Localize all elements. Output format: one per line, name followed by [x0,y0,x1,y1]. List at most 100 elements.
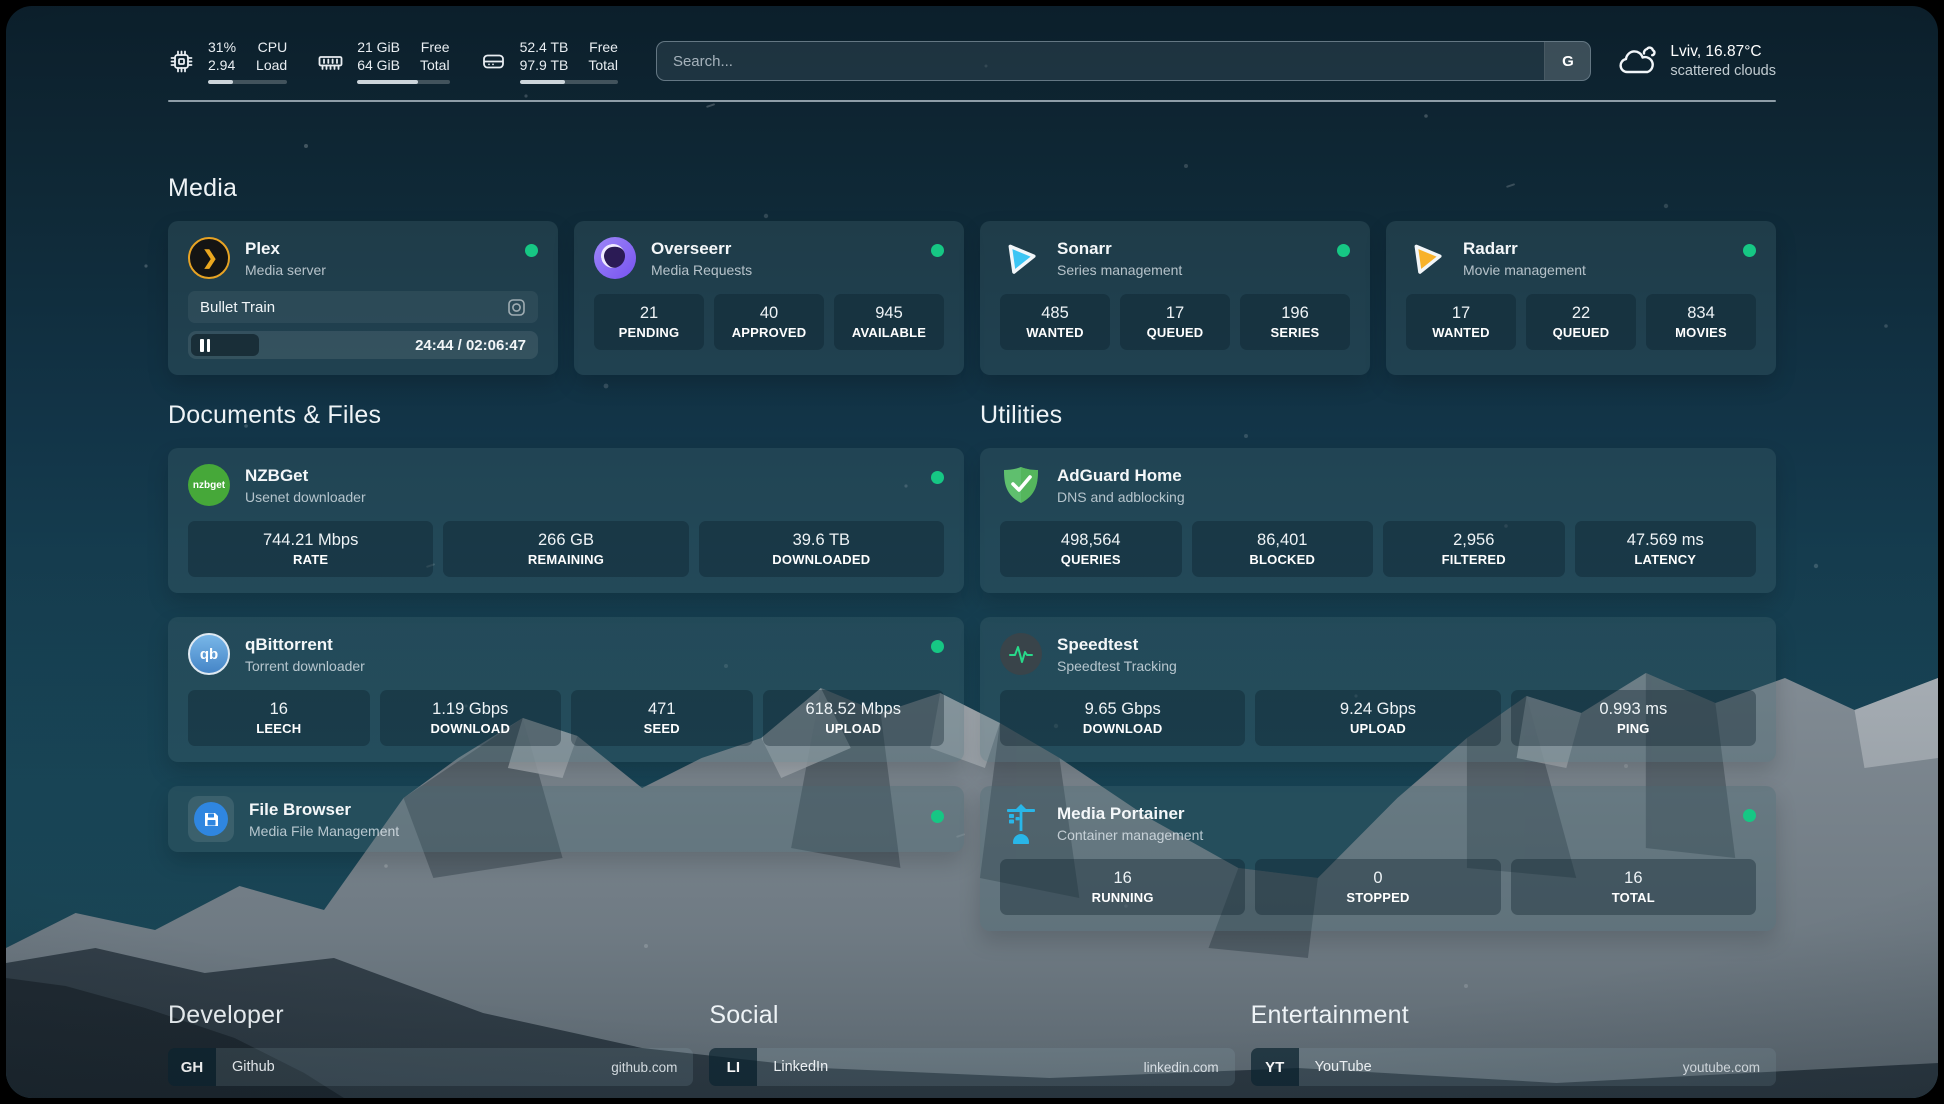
stat-block: 2,956FILTERED [1383,521,1565,577]
stat-block: 47.569 msLATENCY [1575,521,1757,577]
stat-block: 39.6 TBDOWNLOADED [699,521,944,577]
card-sonarr[interactable]: Sonarr Series management 485WANTED 17QUE… [980,221,1370,375]
card-speedtest[interactable]: Speedtest Speedtest Tracking 9.65 GbpsDO… [980,617,1776,762]
bookmark-url: linkedin.com [1144,1060,1219,1075]
memory-free: 21 GiB [357,39,400,56]
stat-block: 744.21 MbpsRATE [188,521,433,577]
service-title: AdGuard Home [1057,466,1756,486]
social-section-title: Social [709,1001,1234,1030]
memory-widget: 21 GiB Free 64 GiB Total [317,39,449,84]
stat-block: 196SERIES [1240,294,1350,350]
cloud-icon [1617,44,1657,78]
bookmark-name: LinkedIn [773,1059,828,1075]
status-dot-online [1743,244,1756,257]
service-subtitle: Media server [245,262,510,278]
stat-block: 471SEED [571,690,753,746]
bookmark-github[interactable]: GH Github github.com [168,1048,693,1086]
portainer-icon [1000,802,1042,844]
speedtest-icon [1000,633,1042,675]
status-dot-online [931,640,944,653]
status-dot-online [1743,809,1756,822]
bookmark-name: YouTube [1315,1059,1372,1075]
stat-block: 9.24 GbpsUPLOAD [1255,690,1500,746]
search-provider-button[interactable]: G [1544,42,1590,80]
bookmark-url: github.com [611,1060,677,1075]
bookmark-url: youtube.com [1683,1060,1760,1075]
stat-block: 16RUNNING [1000,859,1245,915]
top-bar: 31% CPU 2.94 Load 21 GiB Free 64 GiB [168,6,1776,90]
now-playing-row: Bullet Train [188,291,538,323]
card-plex[interactable]: ❯ Plex Media server Bullet Train [168,221,558,375]
utilities-section-title: Utilities [980,401,1776,430]
cpu-percent: 31% [208,39,236,56]
cpu-progress-bar [208,80,287,84]
status-dot-online [931,471,944,484]
section-social: Social LI LinkedInlinkedin.com TW Twitte… [709,1001,1234,1098]
now-playing-view-icon[interactable] [507,298,526,317]
stat-block: 266 GBREMAINING [443,521,688,577]
entertainment-section-title: Entertainment [1251,1001,1776,1030]
status-dot-online [931,244,944,257]
playback-time: 24:44 / 02:06:47 [415,337,538,354]
overseerr-icon [594,237,636,279]
playback-progress-bar[interactable]: 24:44 / 02:06:47 [188,331,538,359]
now-playing-title: Bullet Train [200,299,275,316]
stat-block: 17QUEUED [1120,294,1230,350]
card-adguard[interactable]: AdGuard Home DNS and adblocking 498,564Q… [980,448,1776,593]
card-qbittorrent[interactable]: qb qBittorrent Torrent downloader 16LEEC… [168,617,964,762]
bookmark-name: Github [232,1059,275,1075]
bookmark-abbr: GH [168,1048,216,1086]
disk-progress-bar [520,80,618,84]
stat-block: 22QUEUED [1526,294,1636,350]
memory-total-label: Total [420,57,450,74]
card-overseerr[interactable]: Overseerr Media Requests 21PENDING 40APP… [574,221,964,375]
dashboard-window: 31% CPU 2.94 Load 21 GiB Free 64 GiB [6,6,1938,1098]
stat-block: 0.993 msPING [1511,690,1756,746]
bookmark-linkedin[interactable]: LI LinkedIn linkedin.com [709,1048,1234,1086]
cpu-label: CPU [256,39,287,56]
plex-icon: ❯ [188,237,230,279]
stat-block: 0STOPPED [1255,859,1500,915]
card-filebrowser[interactable]: File Browser Media File Management [168,786,964,852]
service-title: Sonarr [1057,239,1322,259]
stat-block: 945AVAILABLE [834,294,944,350]
qbittorrent-icon: qb [188,633,230,675]
search-input[interactable] [657,42,1544,80]
status-dot-online [931,810,944,823]
stat-block: 21PENDING [594,294,704,350]
media-section-title: Media [168,174,1776,203]
bookmark-youtube[interactable]: YT YouTube youtube.com [1251,1048,1776,1086]
section-developer: Developer GH Githubgithub.com SO StackOv… [168,1001,693,1098]
stat-block: 834MOVIES [1646,294,1756,350]
dashboard-screenshot: { "topbar": { "cpu": { "value_top": "31%… [0,0,1944,1104]
section-documents: Documents & Files nzbget NZBGet Usenet d… [168,401,964,955]
cpu-load-label: Load [256,57,287,74]
service-title: Overseerr [651,239,916,259]
service-title: File Browser [249,800,916,820]
service-title: Plex [245,239,510,259]
service-subtitle: Series management [1057,262,1322,278]
section-utilities: Utilities AdGuard Home [980,401,1776,955]
disk-widget: 52.4 TB Free 97.9 TB Total [480,39,618,84]
disk-total-label: Total [588,57,618,74]
disk-total: 97.9 TB [520,57,569,74]
card-nzbget[interactable]: nzbget NZBGet Usenet downloader 744.21 M… [168,448,964,593]
service-title: Media Portainer [1057,804,1728,824]
status-dot-online [1337,244,1350,257]
weather-widget[interactable]: Lviv, 16.87°C scattered clouds [1617,42,1776,80]
disk-free-label: Free [588,39,618,56]
radarr-icon [1406,237,1448,279]
card-portainer[interactable]: Media Portainer Container management 16R… [980,786,1776,931]
stat-block: 16TOTAL [1511,859,1756,915]
card-radarr[interactable]: Radarr Movie management 17WANTED 22QUEUE… [1386,221,1776,375]
service-subtitle: Usenet downloader [245,489,916,505]
developer-section-title: Developer [168,1001,693,1030]
memory-icon [317,48,344,75]
stat-block: 498,564QUERIES [1000,521,1182,577]
service-subtitle: Torrent downloader [245,658,916,674]
stat-block: 9.65 GbpsDOWNLOAD [1000,690,1245,746]
cpu-widget: 31% CPU 2.94 Load [168,39,287,84]
bookmark-abbr: YT [1251,1048,1299,1086]
cpu-icon [168,48,195,75]
bookmark-abbr: LI [709,1048,757,1086]
